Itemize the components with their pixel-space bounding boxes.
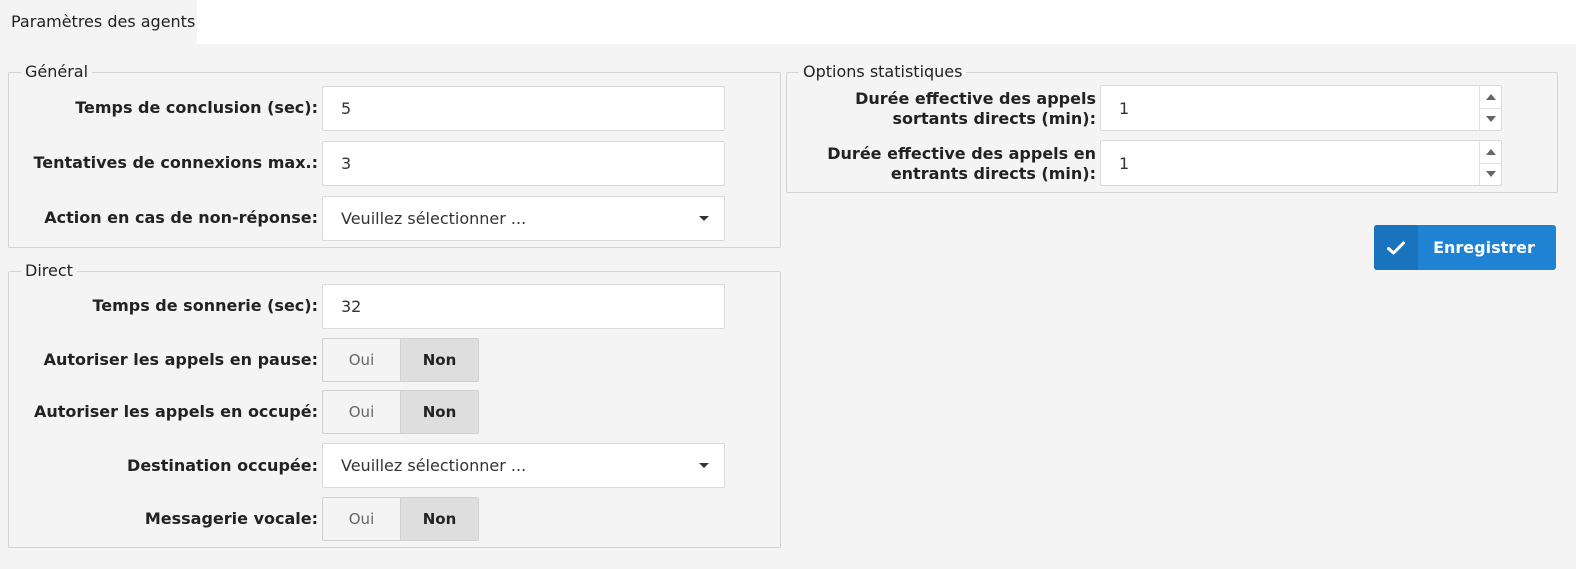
allow-paused-yes[interactable]: Oui bbox=[323, 339, 401, 381]
spin-down-icon[interactable] bbox=[1480, 107, 1501, 131]
voicemail-label: Messagerie vocale: bbox=[144, 509, 318, 528]
ring-time-label: Temps de sonnerie (sec): bbox=[92, 296, 318, 315]
busy-destination-label: Destination occupée: bbox=[127, 456, 318, 475]
ring-time-input[interactable]: 32 bbox=[322, 284, 725, 329]
caret-down-icon bbox=[699, 463, 709, 468]
spin-up-icon[interactable] bbox=[1480, 86, 1501, 108]
incoming-duration-spinner bbox=[1479, 141, 1501, 185]
outgoing-duration-input[interactable]: 1 bbox=[1100, 85, 1502, 131]
busy-destination-select[interactable]: Veuillez sélectionner ... bbox=[322, 443, 725, 488]
allow-paused-label: Autoriser les appels en pause: bbox=[43, 350, 318, 369]
wrapup-time-input[interactable]: 5 bbox=[322, 86, 725, 131]
voicemail-yes[interactable]: Oui bbox=[323, 498, 401, 540]
allow-busy-label: Autoriser les appels en occupé: bbox=[33, 402, 318, 421]
no-answer-label: Action en cas de non-réponse: bbox=[44, 208, 318, 227]
no-answer-select[interactable]: Veuillez sélectionner ... bbox=[322, 196, 725, 241]
max-attempts-label: Tentatives de connexions max.: bbox=[33, 153, 318, 172]
incoming-duration-input[interactable]: 1 bbox=[1100, 140, 1502, 186]
wrapup-time-value: 5 bbox=[341, 99, 352, 118]
stats-legend: Options statistiques bbox=[799, 62, 967, 82]
spin-up-icon[interactable] bbox=[1480, 141, 1501, 163]
incoming-duration-label: Durée effective des appels en entrants d… bbox=[827, 144, 1096, 183]
outgoing-duration-value: 1 bbox=[1119, 98, 1130, 118]
max-attempts-value: 3 bbox=[341, 154, 352, 173]
tab-bar: Paramètres des agents bbox=[0, 0, 1576, 44]
direct-legend: Direct bbox=[21, 261, 77, 281]
tab-agent-settings[interactable]: Paramètres des agents bbox=[0, 0, 197, 44]
outgoing-duration-label: Durée effective des appels sortants dire… bbox=[855, 89, 1096, 128]
allow-busy-no[interactable]: Non bbox=[401, 391, 478, 433]
wrapup-time-label: Temps de conclusion (sec): bbox=[75, 98, 318, 117]
no-answer-value: Veuillez sélectionner ... bbox=[341, 209, 527, 228]
caret-down-icon bbox=[699, 216, 709, 221]
outgoing-duration-spinner bbox=[1479, 86, 1501, 130]
spin-down-icon[interactable] bbox=[1480, 162, 1501, 186]
allow-paused-no[interactable]: Non bbox=[401, 339, 478, 381]
allow-paused-toggle[interactable]: Oui Non bbox=[322, 338, 479, 382]
ring-time-value: 32 bbox=[341, 297, 362, 316]
busy-destination-value: Veuillez sélectionner ... bbox=[341, 456, 527, 475]
max-attempts-input[interactable]: 3 bbox=[322, 141, 725, 186]
allow-busy-yes[interactable]: Oui bbox=[323, 391, 401, 433]
general-legend: Général bbox=[21, 62, 93, 82]
save-button[interactable]: Enregistrer bbox=[1374, 225, 1556, 270]
save-button-label: Enregistrer bbox=[1433, 238, 1535, 257]
check-icon bbox=[1374, 225, 1418, 270]
voicemail-no[interactable]: Non bbox=[401, 498, 478, 540]
incoming-duration-value: 1 bbox=[1119, 153, 1130, 173]
allow-busy-toggle[interactable]: Oui Non bbox=[322, 390, 479, 434]
voicemail-toggle[interactable]: Oui Non bbox=[322, 497, 479, 541]
